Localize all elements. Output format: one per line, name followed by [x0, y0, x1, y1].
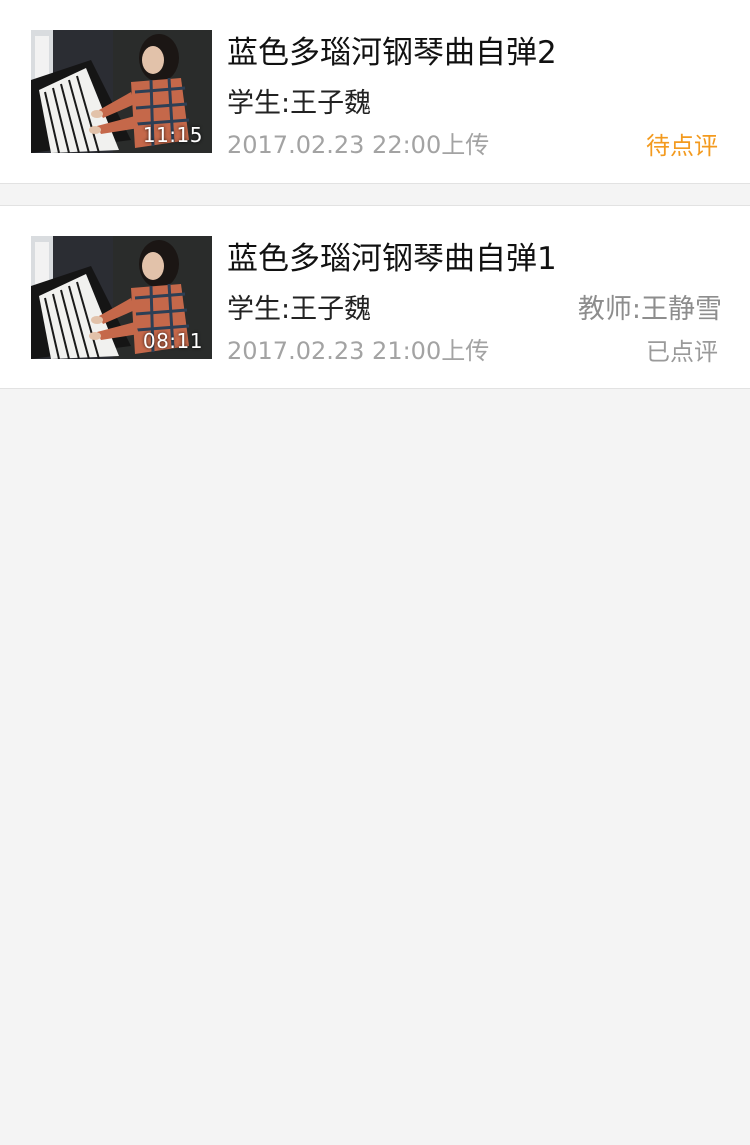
video-duration: 08:11: [142, 329, 203, 353]
student-name: 学生:王子魏: [227, 88, 372, 119]
video-title[interactable]: 蓝色多瑙河钢琴曲自弹2: [227, 27, 557, 72]
video-duration: 11:15: [142, 123, 203, 147]
video-title[interactable]: 蓝色多瑙河钢琴曲自弹1: [227, 233, 557, 278]
upload-time: 2017.02.23 21:00上传: [227, 337, 490, 365]
review-status: 待点评: [646, 132, 718, 160]
video-thumbnail[interactable]: 08:11: [31, 236, 212, 359]
video-thumbnail[interactable]: 11:15: [31, 30, 212, 153]
student-name: 学生:王子魏: [227, 294, 372, 325]
teacher-name: 教师:王静雪: [577, 294, 722, 325]
video-card[interactable]: 11:15 蓝色多瑙河钢琴曲自弹2 学生:王子魏 2017.02.23 22:0…: [0, 0, 750, 184]
review-status: 已点评: [646, 338, 718, 366]
video-card[interactable]: 08:11 蓝色多瑙河钢琴曲自弹1 学生:王子魏 教师:王静雪 2017.02.…: [0, 205, 750, 389]
upload-time: 2017.02.23 22:00上传: [227, 131, 490, 159]
